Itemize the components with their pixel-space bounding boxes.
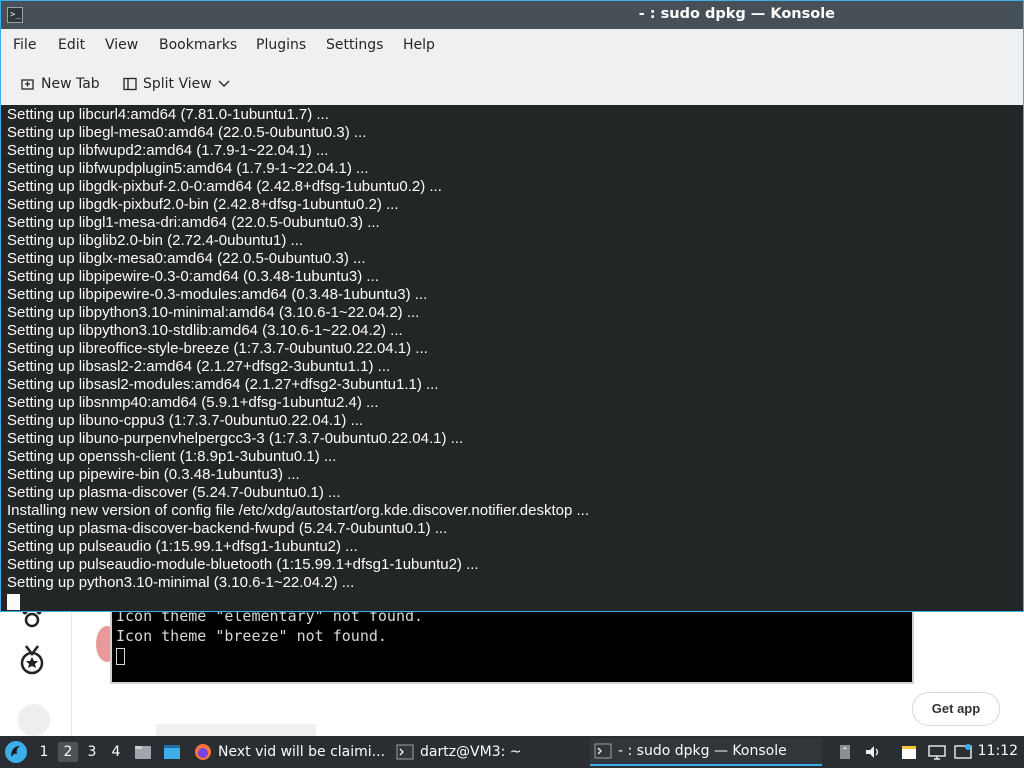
task-label: Next vid will be claimi... xyxy=(218,744,384,760)
menu-help[interactable]: Help xyxy=(403,37,435,53)
new-tab-icon xyxy=(21,79,34,90)
konsole-app-icon[interactable]: >_ xyxy=(7,7,23,23)
terminal-icon xyxy=(594,743,612,759)
desktop-1[interactable]: 1 xyxy=(34,742,54,762)
terminal-line: Setting up libfwupdplugin5:amd64 (1.7.9-… xyxy=(7,160,369,177)
menu-edit[interactable]: Edit xyxy=(58,37,85,53)
background-web-page: Icon theme "elementary" not found. Icon … xyxy=(0,607,1024,736)
terminal-line: Setting up libsnmp40:amd64 (5.9.1+dfsg-1… xyxy=(7,394,379,411)
terminal-output: Setting up libcurl4:amd64 (7.81.0-1ubunt… xyxy=(7,106,589,592)
bg-terminal-line: Icon theme "breeze" not found. xyxy=(116,627,387,645)
terminal-line: Setting up plasma-discover-backend-fwupd… xyxy=(7,520,448,537)
task-firefox[interactable]: Next vid will be claimi... xyxy=(194,738,384,766)
terminal-icon xyxy=(396,744,414,760)
terminal-line: Setting up libpython3.10-minimal:amd64 (… xyxy=(7,304,420,321)
get-app-button[interactable]: Get app xyxy=(912,692,1000,726)
terminal-line: Setting up libgl1-mesa-dri:amd64 (22.0.5… xyxy=(7,214,380,231)
volume-icon[interactable] xyxy=(864,743,882,761)
desktop-3[interactable]: 3 xyxy=(82,742,102,762)
app-launcher-icon[interactable] xyxy=(4,740,28,764)
bg-terminal-cursor xyxy=(116,648,125,665)
bg-terminal-cursor-line xyxy=(112,646,912,666)
terminal-line: Setting up pulseaudio (1:15.99.1+dfsg1-1… xyxy=(7,538,358,555)
terminal-line: Setting up libglib2.0-bin (2.72.4-0ubunt… xyxy=(7,232,304,249)
terminal-line: Setting up libglx-mesa0:amd64 (22.0.5-0u… xyxy=(7,250,366,267)
desktop-4[interactable]: 4 xyxy=(106,742,126,762)
desktop: Icon theme "elementary" not found. Icon … xyxy=(0,0,1024,768)
toolbar: New Tab Split View xyxy=(1,63,1023,105)
terminal-line: Setting up libpipewire-0.3-modules:amd64… xyxy=(7,286,428,303)
desktop-2[interactable]: 2 xyxy=(58,742,78,762)
background-terminal-image: Icon theme "elementary" not found. Icon … xyxy=(110,607,914,684)
window-icon[interactable] xyxy=(163,743,181,761)
file-manager-icon[interactable] xyxy=(134,743,152,761)
terminal-line: Setting up libcurl4:amd64 (7.81.0-1ubunt… xyxy=(7,106,329,123)
clipboard-icon[interactable] xyxy=(836,743,854,761)
terminal-line: Setting up libuno-cppu3 (1:7.3.7-0ubuntu… xyxy=(7,412,364,429)
background-left-rail xyxy=(0,609,72,736)
terminal-line: Setting up libfwupd2:amd64 (1.7.9-1~22.0… xyxy=(7,142,329,159)
notes-icon[interactable] xyxy=(900,743,918,761)
terminal-line: Setting up libgdk-pixbuf-2.0-0:amd64 (2.… xyxy=(7,178,442,195)
new-tab-label: New Tab xyxy=(41,76,100,92)
terminal-line: Setting up libpython3.10-stdlib:amd64 (3… xyxy=(7,322,403,339)
menu-settings[interactable]: Settings xyxy=(326,37,383,53)
split-view-button[interactable]: Split View xyxy=(123,73,230,95)
terminal-line: Setting up libpipewire-0.3-0:amd64 (0.3.… xyxy=(7,268,379,285)
firefox-icon xyxy=(195,744,211,760)
task-label: dartz@VM3: ~ xyxy=(420,744,522,760)
medal-icon[interactable] xyxy=(16,644,48,676)
new-tab-button[interactable]: New Tab xyxy=(21,73,100,95)
menu-view[interactable]: View xyxy=(105,37,138,53)
menu-plugins[interactable]: Plugins xyxy=(256,37,306,53)
konsole-window: >_ - : sudo dpkg — Konsole File Edit Vie… xyxy=(0,0,1024,612)
split-view-icon xyxy=(123,77,137,91)
taskbar-panel: 1 2 3 4 Next vid will be claimi... dartz… xyxy=(0,736,1024,768)
terminal-line: Setting up libreoffice-style-breeze (1:7… xyxy=(7,340,428,357)
terminal-cursor xyxy=(7,594,20,610)
terminal-line: Setting up pulseaudio-module-bluetooth (… xyxy=(7,556,479,573)
terminal-line: Setting up python3.10-minimal (3.10.6-1~… xyxy=(7,574,355,591)
terminal-line: Setting up pipewire-bin (0.3.48-1ubuntu3… xyxy=(7,466,300,483)
menubar: File Edit View Bookmarks Plugins Setting… xyxy=(1,29,1023,63)
terminal-line: Setting up openssh-client (1:8.9p1-3ubun… xyxy=(7,448,337,465)
terminal-line: Installing new version of config file /e… xyxy=(7,502,589,519)
window-title: - : sudo dpkg — Konsole xyxy=(638,6,835,22)
menu-bookmarks[interactable]: Bookmarks xyxy=(159,37,237,53)
terminal-line: Setting up libsasl2-modules:amd64 (2.1.2… xyxy=(7,376,439,393)
terminal-line: Setting up libuno-purpenvhelpergcc3-3 (1… xyxy=(7,430,464,447)
window-titlebar[interactable]: >_ - : sudo dpkg — Konsole xyxy=(1,1,1023,29)
terminal-view[interactable]: Setting up libcurl4:amd64 (7.81.0-1ubunt… xyxy=(1,105,1023,611)
placeholder-bar xyxy=(156,724,316,736)
avatar-placeholder xyxy=(18,704,50,736)
split-view-label: Split View xyxy=(143,76,212,92)
task-konsole-active[interactable]: - : sudo dpkg — Konsole xyxy=(590,738,822,766)
terminal-line: Setting up libsasl2-2:amd64 (2.1.27+dfsg… xyxy=(7,358,391,375)
menu-file[interactable]: File xyxy=(13,37,36,53)
chevron-down-icon[interactable] xyxy=(218,80,230,88)
clock[interactable]: 11:12 xyxy=(978,743,1018,759)
terminal-line: Setting up libgdk-pixbuf2.0-bin (2.42.8+… xyxy=(7,196,399,213)
updates-icon[interactable] xyxy=(954,743,972,761)
task-label: - : sudo dpkg — Konsole xyxy=(618,743,787,759)
terminal-line: Setting up plasma-discover (5.24.7-0ubun… xyxy=(7,484,341,501)
network-icon[interactable] xyxy=(928,743,946,761)
task-terminal-dartz[interactable]: dartz@VM3: ~ xyxy=(396,738,576,766)
terminal-line: Setting up libegl-mesa0:amd64 (22.0.5-0u… xyxy=(7,124,367,141)
